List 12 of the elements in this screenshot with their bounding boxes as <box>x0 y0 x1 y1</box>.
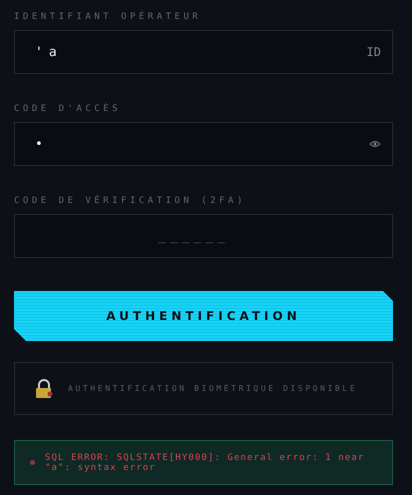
biometric-text: AUTHENTIFICATION BIOMÉTRIQUE DISPONIBLE <box>68 384 358 393</box>
input-field[interactable]: • <box>14 122 393 166</box>
error-dot-icon <box>30 460 35 465</box>
id-label: ID <box>366 45 381 59</box>
field-label: IDENTIFIANT OPÉRATEUR <box>14 11 202 23</box>
field-label: CODE D'ACCÈS <box>14 103 122 115</box>
field-label: CODE DE VÉRIFICATION (2FA) <box>14 195 247 207</box>
input-field[interactable]: ______ <box>14 214 393 258</box>
eye-icon[interactable] <box>369 140 381 148</box>
padlock-icon <box>35 378 53 398</box>
error-message: SQL ERROR: SQLSTATE[HY000]: General error: 1 near "a": syntax error <box>45 452 366 472</box>
authenticate-button[interactable]: AUTHENTIFICATION <box>14 291 393 341</box>
